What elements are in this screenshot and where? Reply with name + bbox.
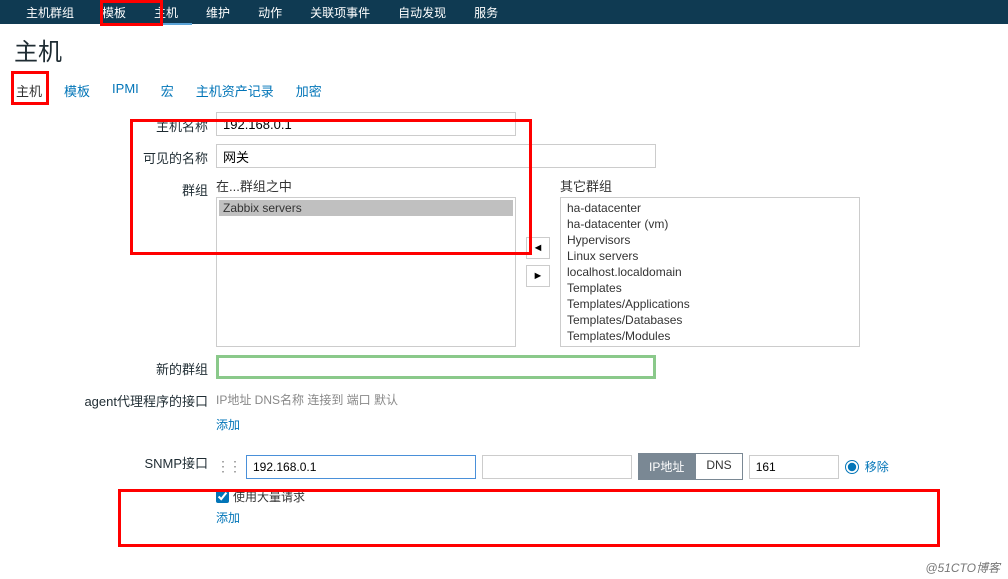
snmp-port-input[interactable]: [749, 455, 839, 479]
other-groups-listbox[interactable]: ha-datacenter ha-datacenter (vm) Hypervi…: [560, 197, 860, 347]
snmp-default-radio[interactable]: [845, 460, 859, 474]
agent-add-link[interactable]: 添加: [216, 416, 240, 433]
list-item[interactable]: ha-datacenter (vm): [563, 216, 857, 232]
list-item[interactable]: Templates/Applications: [563, 296, 857, 312]
toggle-dns[interactable]: DNS: [695, 453, 742, 480]
hostname-label: 主机名称: [16, 112, 216, 135]
nav-templates[interactable]: 模板: [88, 0, 140, 25]
nav-services[interactable]: 服务: [460, 0, 512, 25]
tab-macros[interactable]: 宏: [161, 81, 174, 100]
snmp-interface-label: SNMP接口: [16, 449, 216, 472]
host-subtabs: 主机 模板 IPMI 宏 主机资产记录 加密: [0, 71, 1008, 112]
nav-maintenance[interactable]: 维护: [192, 0, 244, 25]
list-item[interactable]: Hypervisors: [563, 232, 857, 248]
tab-templates[interactable]: 模板: [64, 81, 90, 100]
snmp-dns-input[interactable]: [482, 455, 632, 479]
visiblename-label: 可见的名称: [16, 144, 216, 167]
list-item[interactable]: Zabbix servers: [219, 200, 513, 216]
snmp-add-link[interactable]: 添加: [216, 509, 240, 526]
other-groups-label: 其它群组: [560, 176, 860, 195]
nav-hosts[interactable]: 主机: [140, 0, 192, 25]
move-left-button[interactable]: ◄: [526, 237, 550, 259]
snmp-ip-input[interactable]: [246, 455, 476, 479]
bulk-label: 使用大量请求: [233, 488, 305, 505]
move-right-button[interactable]: ►: [526, 265, 550, 287]
list-item[interactable]: Templates/Databases: [563, 312, 857, 328]
list-item[interactable]: Templates/Network Devices: [563, 344, 857, 347]
top-navigation: 主机群组 模板 主机 维护 动作 关联项事件 自动发现 服务: [0, 0, 1008, 24]
nav-actions[interactable]: 动作: [244, 0, 296, 25]
page-title: 主机: [0, 24, 1008, 71]
drag-handle-icon[interactable]: ⋮⋮: [216, 458, 240, 475]
tab-encryption[interactable]: 加密: [296, 81, 322, 100]
in-groups-label: 在...群组之中: [216, 176, 516, 195]
newgroup-input[interactable]: [216, 355, 656, 379]
nav-correlation[interactable]: 关联项事件: [296, 0, 384, 25]
bulk-checkbox[interactable]: [216, 490, 229, 503]
toggle-ip[interactable]: IP地址: [638, 453, 695, 480]
list-item[interactable]: Templates/Modules: [563, 328, 857, 344]
connect-to-toggle[interactable]: IP地址 DNS: [638, 453, 743, 480]
tab-host[interactable]: 主机: [16, 81, 42, 100]
hostname-input[interactable]: [216, 112, 516, 136]
nav-hostgroups[interactable]: 主机群组: [12, 0, 88, 25]
nav-discovery[interactable]: 自动发现: [384, 0, 460, 25]
in-groups-listbox[interactable]: Zabbix servers: [216, 197, 516, 347]
agent-headers: IP地址 DNS名称 连接到 端口 默认: [216, 387, 992, 412]
snmp-remove-link[interactable]: 移除: [865, 458, 889, 475]
list-item[interactable]: Templates: [563, 280, 857, 296]
form-area: 主机名称 可见的名称 群组 在...群组之中 Zabbix servers ◄ …: [0, 112, 1008, 554]
newgroup-label: 新的群组: [16, 355, 216, 378]
tab-ipmi[interactable]: IPMI: [112, 81, 139, 100]
list-item[interactable]: localhost.localdomain: [563, 264, 857, 280]
list-item[interactable]: ha-datacenter: [563, 200, 857, 216]
list-item[interactable]: Linux servers: [563, 248, 857, 264]
watermark: @51CTO博客: [925, 559, 1000, 576]
visiblename-input[interactable]: [216, 144, 656, 168]
groups-label: 群组: [16, 176, 216, 199]
agent-interface-label: agent代理程序的接口: [16, 387, 216, 410]
tab-inventory[interactable]: 主机资产记录: [196, 81, 274, 100]
